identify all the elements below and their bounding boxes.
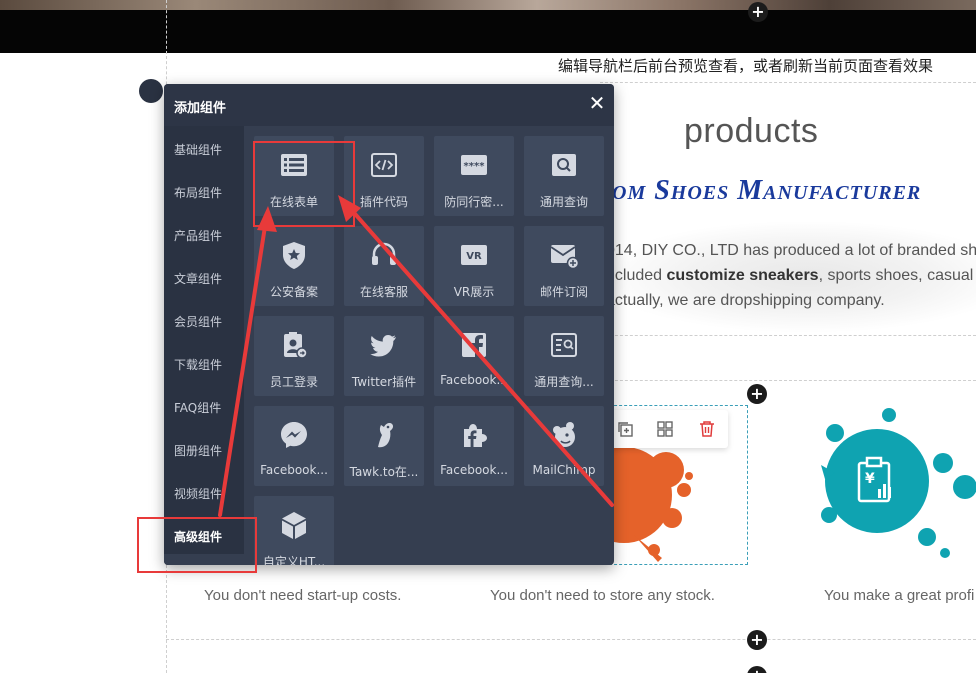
svg-text:¥: ¥ bbox=[865, 471, 875, 487]
teal-splash-image: ¥ bbox=[821, 408, 976, 558]
category-layout[interactable]: 布局组件 bbox=[174, 184, 222, 201]
tile-facebook-page[interactable]: Facebook... bbox=[434, 316, 514, 396]
code-icon bbox=[371, 153, 397, 177]
category-advanced[interactable]: 高级组件 bbox=[174, 528, 222, 545]
mailchimp-icon bbox=[553, 422, 575, 447]
tile-police-record[interactable]: 公安备案 bbox=[254, 226, 334, 306]
card-toolbar bbox=[604, 410, 728, 448]
nav-edit-hint: 编辑导航栏后前台预览查看，或者刷新当前页面查看效果 bbox=[558, 57, 934, 75]
feature-caption: You make a great profi bbox=[824, 587, 975, 604]
add-section-button[interactable]: + bbox=[747, 630, 767, 650]
tile-label: Tawk.to在... bbox=[349, 465, 419, 479]
tile-label: 通用查询 bbox=[539, 195, 588, 209]
tile-label: MailChimp bbox=[532, 463, 596, 477]
tile-twitter-plugin[interactable]: Twitter插件 bbox=[344, 316, 424, 396]
tile-mail-subscribe[interactable]: 邮件订阅 bbox=[524, 226, 604, 306]
intro-line-2: ncluded customize sneakers, sports shoes… bbox=[606, 267, 976, 284]
tile-tawk-chat[interactable]: Tawk.to在... bbox=[344, 406, 424, 486]
duplicate-icon[interactable] bbox=[616, 420, 634, 438]
category-basic[interactable]: 基础组件 bbox=[174, 141, 222, 158]
mail-subscribe-icon bbox=[550, 245, 580, 270]
category-product[interactable]: 产品组件 bbox=[174, 227, 222, 244]
section-outline bbox=[600, 335, 976, 336]
panel-title: 添加组件 bbox=[174, 101, 227, 116]
intro-line-1: 014, DIY CO., LTD has produced a lot of … bbox=[606, 242, 976, 259]
tile-custom-html[interactable]: 自定义HT... bbox=[254, 496, 334, 565]
tile-label: 员工登录 bbox=[269, 375, 318, 389]
tile-online-service[interactable]: 在线客服 bbox=[344, 226, 424, 306]
active-category-highlight bbox=[164, 554, 244, 565]
feature-caption: You don't need to store any stock. bbox=[490, 587, 715, 604]
tile-online-form[interactable]: 在线表单 bbox=[254, 136, 334, 216]
category-member[interactable]: 会员组件 bbox=[174, 313, 222, 330]
add-section-button[interactable]: + bbox=[747, 384, 767, 404]
tile-vr-display[interactable]: VR VR展示 bbox=[434, 226, 514, 306]
tile-general-query-2[interactable]: 通用查询... bbox=[524, 316, 604, 396]
tile-mailchimp[interactable]: MailChimp bbox=[524, 406, 604, 486]
tile-label: Facebook... bbox=[440, 373, 508, 387]
add-component-panel: 添加组件 ✕ 基础组件 布局组件 产品组件 文章组件 会员组件 下载组件 FAQ… bbox=[164, 84, 614, 565]
add-section-top-button[interactable]: + bbox=[748, 2, 768, 22]
tile-staff-login[interactable]: 员工登录 bbox=[254, 316, 334, 396]
category-gallery[interactable]: 图册组件 bbox=[174, 442, 222, 459]
orange-splash-image bbox=[604, 447, 693, 562]
tile-anti-peer-password[interactable]: **** 防同行密... bbox=[434, 136, 514, 216]
tile-facebook-share[interactable]: Facebook... bbox=[434, 406, 514, 486]
headset-icon bbox=[372, 242, 396, 265]
svg-text:****: **** bbox=[464, 161, 486, 172]
section-outline bbox=[166, 565, 167, 673]
hero-banner bbox=[0, 0, 976, 53]
panel-header: 添加组件 ✕ bbox=[164, 84, 614, 126]
tile-label: Facebook... bbox=[440, 463, 508, 477]
section-outline bbox=[166, 639, 976, 640]
tile-label: 插件代码 bbox=[359, 195, 408, 209]
tile-label: 在线表单 bbox=[269, 195, 318, 209]
category-faq[interactable]: FAQ组件 bbox=[174, 399, 221, 416]
tile-label: 自定义HT... bbox=[262, 555, 326, 565]
feature-caption: You don't need start-up costs. bbox=[204, 587, 402, 604]
query-card-icon bbox=[551, 333, 577, 357]
tile-label: 防同行密... bbox=[444, 195, 504, 209]
vr-icon: VR bbox=[461, 245, 487, 265]
form-list-icon bbox=[281, 154, 307, 176]
panel-drag-handle[interactable] bbox=[139, 79, 163, 103]
tile-general-query[interactable]: 通用查询 bbox=[524, 136, 604, 216]
banner-photo bbox=[0, 0, 976, 10]
tawk-icon bbox=[378, 423, 394, 448]
tile-label: 公安备案 bbox=[269, 285, 318, 299]
tile-label: 邮件订阅 bbox=[539, 285, 588, 299]
close-icon[interactable]: ✕ bbox=[588, 92, 606, 114]
police-badge-icon bbox=[283, 242, 305, 269]
twitter-icon bbox=[370, 335, 396, 357]
add-section-button[interactable]: + bbox=[747, 666, 767, 673]
tile-facebook-messenger[interactable]: Facebook... bbox=[254, 406, 334, 486]
tile-plugin-code[interactable]: 插件代码 bbox=[344, 136, 424, 216]
search-window-icon bbox=[552, 154, 576, 176]
facebook-icon bbox=[462, 333, 486, 357]
tile-label: VR展示 bbox=[453, 285, 495, 299]
svg-text:VR: VR bbox=[466, 251, 482, 262]
cube-icon bbox=[282, 512, 306, 539]
facebook-puzzle-icon bbox=[464, 424, 487, 447]
section-outline bbox=[600, 380, 976, 381]
tile-label: 通用查询... bbox=[534, 375, 594, 389]
category-video[interactable]: 视频组件 bbox=[174, 485, 222, 502]
grid-layout-icon[interactable] bbox=[656, 420, 674, 438]
messenger-icon bbox=[281, 422, 307, 448]
products-heading: products bbox=[684, 112, 819, 150]
delete-icon[interactable] bbox=[698, 420, 716, 438]
intro-line-3: actually, we are dropshipping company. bbox=[606, 292, 885, 309]
category-download[interactable]: 下载组件 bbox=[174, 356, 222, 373]
tile-label: 在线客服 bbox=[359, 285, 408, 299]
staff-login-icon bbox=[284, 332, 308, 359]
category-article[interactable]: 文章组件 bbox=[174, 270, 222, 287]
password-icon: **** bbox=[461, 155, 487, 175]
manufacturer-heading: om Shoes Manufacturer bbox=[612, 175, 922, 206]
tile-label: Facebook... bbox=[260, 463, 328, 477]
section-outline bbox=[600, 82, 976, 83]
tile-label: Twitter插件 bbox=[351, 375, 417, 389]
